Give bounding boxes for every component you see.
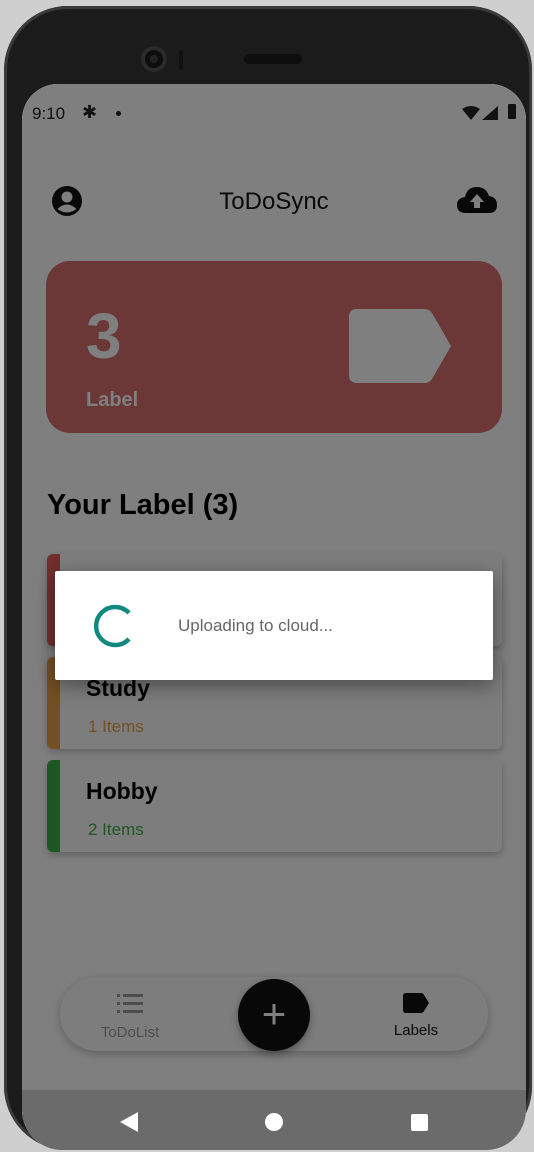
earpiece-speaker — [244, 54, 302, 64]
front-camera — [141, 46, 167, 72]
proximity-sensor — [179, 50, 183, 70]
app-root: 9:10 ✱ ToDoSync 3 Label — [22, 84, 526, 1090]
loading-spinner-icon — [93, 604, 131, 648]
upload-progress-dialog: Uploading to cloud... — [55, 571, 493, 680]
home-icon[interactable] — [265, 1113, 283, 1131]
recent-apps-icon[interactable] — [411, 1114, 428, 1131]
phone-frame: 9:10 ✱ ToDoSync 3 Label — [4, 6, 532, 1150]
back-icon[interactable] — [120, 1112, 138, 1132]
dialog-message: Uploading to cloud... — [178, 616, 333, 635]
system-navigation-bar — [22, 1090, 526, 1150]
device-screen: 9:10 ✱ ToDoSync 3 Label — [22, 84, 526, 1150]
